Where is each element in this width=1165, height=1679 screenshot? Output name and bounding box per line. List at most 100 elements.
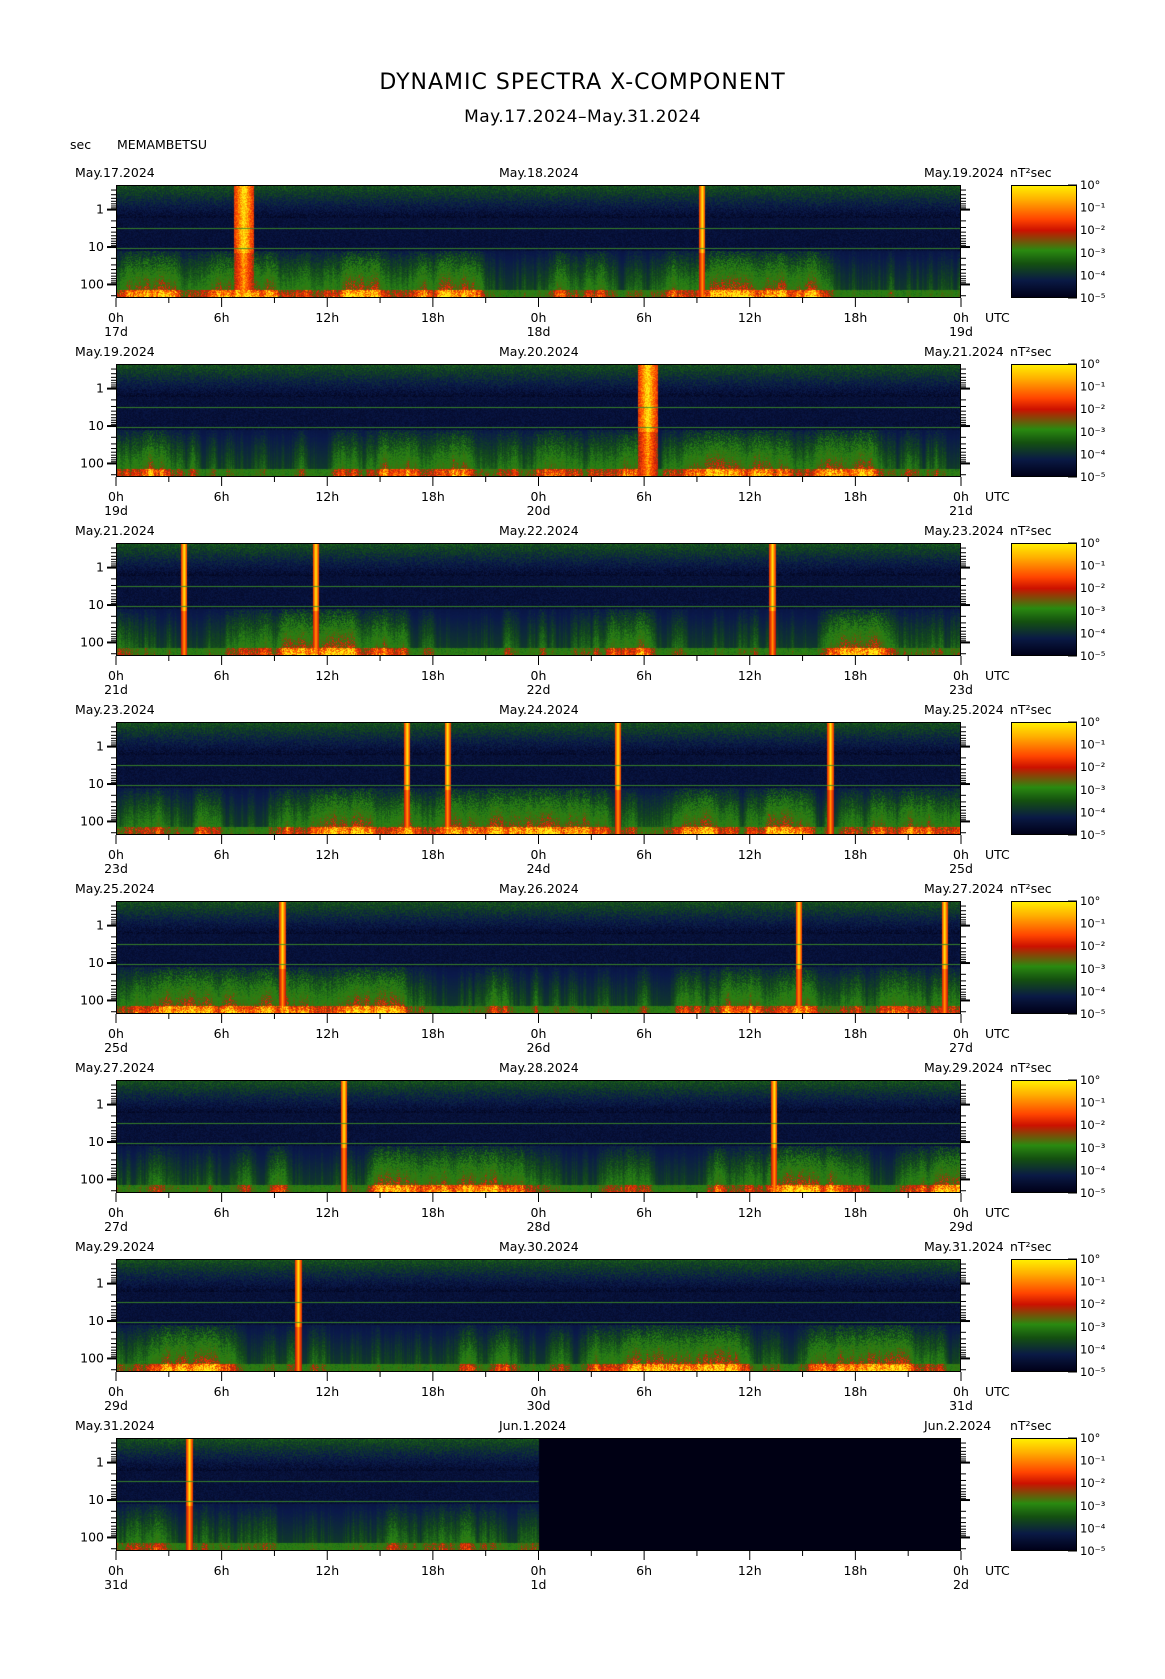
x-tick-label: 18h [421, 847, 445, 862]
x-tick-label: 18h [843, 489, 867, 504]
y-tick-label: 10 [88, 418, 104, 433]
utc-label: UTC [985, 489, 1010, 504]
colorbar-unit-label: nT²sec [1010, 1418, 1052, 1433]
mid-date-label: May.22.2024 [499, 523, 579, 538]
colorbar-tick-label: 10⁻⁵ [1080, 470, 1106, 484]
x-tick-label: 18h [421, 1563, 445, 1578]
colorbar-tick-label: 10⁻⁴ [1080, 268, 1106, 282]
colorbar-tick-label: 10⁻⁵ [1080, 828, 1106, 842]
spectrogram-canvas [117, 544, 960, 655]
x-tick-label: 6h [214, 489, 230, 504]
left-date-label: May.29.2024 [75, 1239, 155, 1254]
left-date-label: May.19.2024 [75, 344, 155, 359]
left-date-label: May.27.2024 [75, 1060, 155, 1075]
x-tick-label: 18h [421, 1205, 445, 1220]
y-tick-label: 1 [96, 560, 104, 575]
colorbar-tick-label: 10⁻⁵ [1080, 291, 1106, 305]
utc-label: UTC [985, 847, 1010, 862]
day-label: 21d [949, 503, 973, 518]
day-label: 21d [104, 682, 128, 697]
colorbar-tick-label: 10⁻¹ [1080, 380, 1105, 394]
spectrogram-plot [116, 543, 961, 656]
mid-date-label: May.28.2024 [499, 1060, 579, 1075]
x-tick-label: 0h [108, 310, 124, 325]
colorbar [1011, 1438, 1077, 1551]
right-date-label: May.29.2024 [924, 1060, 1004, 1075]
colorbar-tick-label: 10⁻³ [1080, 425, 1106, 439]
mid-date-label: May.26.2024 [499, 881, 579, 896]
y-unit-label: sec [70, 137, 92, 152]
x-tick-label: 12h [738, 489, 762, 504]
day-label: 30d [527, 1398, 551, 1413]
utc-label: UTC [985, 1205, 1010, 1220]
colorbar-tick-label: 10⁻⁵ [1080, 1544, 1106, 1558]
day-label: 27d [104, 1219, 128, 1234]
colorbar-tick-label: 10⁻⁴ [1080, 1342, 1106, 1356]
left-date-label: May.25.2024 [75, 881, 155, 896]
station-name: MEMAMBETSU [117, 137, 207, 152]
x-tick-label: 18h [843, 1563, 867, 1578]
y-tick-label: 100 [80, 1529, 104, 1544]
y-tick-label: 1 [96, 1455, 104, 1470]
x-tick-label: 0h [953, 668, 969, 683]
y-tick-label: 100 [80, 1171, 104, 1186]
spectrogram-canvas [117, 186, 960, 297]
x-tick-label: 12h [738, 1026, 762, 1041]
day-label: 27d [949, 1040, 973, 1055]
x-tick-label: 18h [843, 1384, 867, 1399]
left-date-label: May.17.2024 [75, 165, 155, 180]
colorbar-unit-label: nT²sec [1010, 702, 1052, 717]
x-tick-label: 6h [636, 1563, 652, 1578]
x-tick-label: 18h [421, 1026, 445, 1041]
x-tick-label: 0h [531, 1384, 547, 1399]
x-tick-label: 6h [214, 310, 230, 325]
spectrogram-canvas [117, 1081, 960, 1192]
y-tick-label: 10 [88, 1134, 104, 1149]
x-tick-label: 18h [843, 847, 867, 862]
colorbar-tick-label: 10° [1080, 1252, 1100, 1266]
utc-label: UTC [985, 310, 1010, 325]
colorbar-tick-label: 10⁻² [1080, 1476, 1105, 1490]
x-tick-label: 18h [843, 668, 867, 683]
day-label: 25d [104, 1040, 128, 1055]
colorbar-tick-label: 10⁻¹ [1080, 1454, 1105, 1468]
colorbar-tick-label: 10⁻⁵ [1080, 1186, 1106, 1200]
day-label: 22d [527, 682, 551, 697]
x-tick-label: 0h [108, 1205, 124, 1220]
right-date-label: May.21.2024 [924, 344, 1004, 359]
colorbar-unit-label: nT²sec [1010, 344, 1052, 359]
y-tick-label: 100 [80, 992, 104, 1007]
y-tick-label: 10 [88, 955, 104, 970]
y-tick-label: 100 [80, 813, 104, 828]
x-tick-label: 0h [108, 668, 124, 683]
colorbar-unit-label: nT²sec [1010, 523, 1052, 538]
x-tick-label: 18h [843, 310, 867, 325]
colorbar-tick-label: 10⁻¹ [1080, 738, 1105, 752]
colorbar-tick-label: 10⁻⁴ [1080, 1163, 1106, 1177]
y-tick-label: 100 [80, 634, 104, 649]
spectrogram-plot [116, 901, 961, 1014]
x-tick-label: 0h [108, 1384, 124, 1399]
right-date-label: May.31.2024 [924, 1239, 1004, 1254]
colorbar [1011, 543, 1077, 656]
x-tick-label: 6h [636, 1384, 652, 1399]
x-tick-label: 6h [214, 668, 230, 683]
x-tick-label: 6h [636, 1026, 652, 1041]
spectrogram-plot [116, 1080, 961, 1193]
colorbar-tick-label: 10⁻² [1080, 1118, 1105, 1132]
colorbar-tick-label: 10° [1080, 178, 1100, 192]
mid-date-label: Jun.1.2024 [499, 1418, 567, 1433]
right-date-label: Jun.2.2024 [924, 1418, 992, 1433]
colorbar [1011, 1080, 1077, 1193]
day-label: 31d [949, 1398, 973, 1413]
colorbar [1011, 722, 1077, 835]
x-tick-label: 0h [953, 847, 969, 862]
x-tick-label: 0h [108, 847, 124, 862]
colorbar-tick-label: 10⁻³ [1080, 1320, 1106, 1334]
colorbar-tick-label: 10⁻² [1080, 581, 1105, 595]
colorbar [1011, 1259, 1077, 1372]
x-tick-label: 18h [421, 310, 445, 325]
x-tick-label: 12h [738, 1205, 762, 1220]
y-tick-label: 100 [80, 1350, 104, 1365]
x-tick-label: 0h [531, 1026, 547, 1041]
